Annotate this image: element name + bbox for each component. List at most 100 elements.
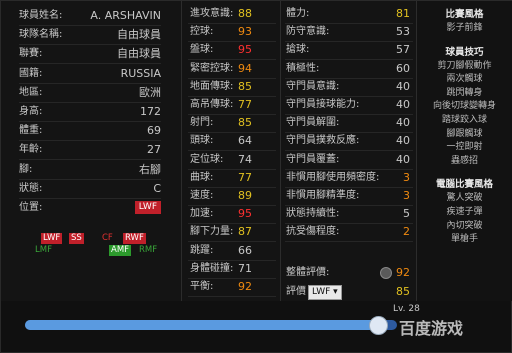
stat-row: 緊密控球: 94 — [190, 60, 252, 78]
stat-row: 身體碰撞: 71 — [190, 260, 252, 278]
overall-rating-value: 92 — [396, 266, 410, 279]
stat-row: 非慣用腳使用頻密度: 3 — [286, 169, 410, 187]
stat-divider — [285, 241, 413, 243]
style-item: 向後切球變轉身 — [432, 101, 496, 112]
stat-label: 守門員撲救反應: — [286, 135, 360, 147]
position-select[interactable]: LWF ▾ — [308, 285, 342, 300]
profile-value-age: 27 — [147, 143, 161, 157]
stat-label: 搶球: — [286, 44, 310, 56]
profile-value-weight: 69 — [147, 124, 161, 138]
profile-row-height: 身高: 172 — [19, 103, 161, 121]
stat-row: 守門員接球能力: 40 — [286, 96, 410, 114]
profile-label-weight: 體重: — [19, 125, 43, 137]
stat-label: 非慣用腳使用頻密度: — [286, 171, 380, 183]
stat-value: 77 — [238, 98, 252, 111]
profile-label-club: 球隊名稱: — [19, 29, 63, 41]
stat-row: 進攻意識: 88 — [190, 5, 252, 23]
rating-icon — [380, 267, 392, 279]
profile-value-name: A. ARSHAVIN — [90, 9, 161, 22]
stat-label: 進攻意識: — [190, 8, 234, 19]
stat-row: 跳躍: 66 — [190, 242, 252, 260]
profile-label-name: 球員姓名: — [19, 10, 63, 21]
profile-value-club: 自由球員 — [117, 28, 161, 42]
style-item: 驚人突破 — [446, 193, 483, 204]
style-item: 一控即射 — [446, 142, 483, 153]
stat-value: 64 — [238, 134, 252, 148]
profile-row-club: 球隊名稱: 自由球員 — [19, 26, 161, 44]
stat-label: 控球: — [190, 26, 214, 38]
stat-label: 體力: — [286, 8, 310, 19]
stat-label: 跳躍: — [190, 244, 214, 256]
stat-value: 53 — [396, 25, 410, 39]
stat-row: 控球: 93 — [190, 23, 252, 41]
position-badge-rwf: RWF — [123, 233, 146, 244]
style-item: 跳閃轉身 — [446, 87, 483, 98]
stat-value: 5 — [403, 207, 410, 221]
stat-row: 速度: 89 — [190, 187, 252, 205]
style-item: 剪刀腳假動作 — [437, 60, 492, 71]
profile-row-contract: 聯賽: 自由球員 — [19, 45, 161, 63]
style-item: 影子前鋒 — [446, 23, 483, 33]
stat-value: 40 — [396, 79, 410, 93]
playing-style-panel: 比賽風格 影子前鋒 球員技巧 剪刀腳假動作 兩次觸球 跳閃轉身 向後切球變轉身 踏球跤入球 腳跟… — [417, 1, 512, 301]
stat-row: 地面傳球: 85 — [190, 78, 252, 96]
position-rating-label: 評價 — [286, 286, 306, 297]
stat-row: 防守意識: 53 — [286, 23, 410, 41]
stat-label: 抗受傷程度: — [286, 226, 340, 238]
chevron-down-icon: ▾ — [330, 287, 338, 297]
stat-row: 頭球: 64 — [190, 132, 252, 150]
stat-value: 77 — [238, 170, 252, 184]
position-select-value: LWF — [312, 287, 331, 297]
stat-row: 狀態持續性: 5 — [286, 205, 410, 223]
stat-value: 74 — [238, 152, 252, 166]
stat-value: 87 — [238, 225, 252, 239]
watermark-logo: 百度游戏 — [399, 315, 463, 339]
position-badge-amf: AMF — [109, 245, 132, 256]
level-bar — [25, 320, 397, 330]
player-skills-title: 球員技巧 — [445, 46, 484, 58]
stat-label: 防守意識: — [286, 26, 330, 38]
profile-label-foot: 腳: — [19, 163, 33, 175]
overall-rating-label: 整體評價: — [286, 267, 330, 278]
stat-label: 身體碰撞: — [190, 262, 234, 274]
profile-panel: 球員姓名: A. ARSHAVIN 球隊名稱: 自由球員 聯賽: 自由球員 國籍: RUSSI… — [1, 1, 182, 301]
stat-value: 95 — [238, 207, 252, 221]
stat-label: 定位球: — [190, 153, 224, 165]
stat-row: 搶球: 57 — [286, 41, 410, 59]
level-slider-handle[interactable] — [369, 316, 388, 335]
profile-label-condition: 狀態: — [19, 182, 43, 194]
stat-value: 3 — [403, 189, 410, 202]
stat-value: 85 — [238, 79, 252, 93]
position-rating-value: 85 — [396, 285, 410, 298]
player-card: 球員姓名: A. ARSHAVIN 球隊名稱: 自由球員 聯賽: 自由球員 國籍: RUSSI… — [0, 0, 512, 353]
stat-value: 40 — [396, 116, 410, 130]
style-item: 兩次觸球 — [446, 74, 483, 85]
stat-label: 腳下力量: — [190, 226, 234, 238]
profile-value-nation: RUSSIA — [120, 66, 161, 80]
watermark-text: 百度游戏 — [399, 319, 464, 338]
stat-row: 高吊傳球: 77 — [190, 96, 252, 114]
stat-value: 95 — [238, 43, 252, 57]
stats-panel-defense: 體力: 81 防守意識: 53 搶球: 57 積極性: 60 守門員意識: 40 守門員接球能力: 4… — [281, 1, 417, 301]
stat-value: 89 — [238, 189, 252, 202]
stat-label: 非慣用腳精準度: — [286, 190, 360, 201]
stat-row: 守門員意識: 40 — [286, 78, 410, 96]
profile-row-region: 地區: 歐洲 — [19, 84, 161, 102]
stat-divider — [188, 296, 276, 297]
stat-label: 射門: — [190, 117, 214, 129]
style-item: 腳跟觸球 — [446, 128, 483, 139]
profile-value-contract: 自由球員 — [117, 47, 161, 61]
stat-row: 抗受傷程度: 2 — [286, 223, 410, 241]
stat-row: 積極性: 60 — [286, 60, 410, 78]
stat-label: 積極性: — [286, 62, 320, 74]
com-style-title: 電腦比賽風格 — [435, 179, 493, 191]
stat-label: 狀態持續性: — [286, 208, 340, 220]
stat-value: 3 — [403, 170, 410, 184]
profile-value-position: LWF — [134, 201, 161, 214]
stat-label: 頭球: — [190, 135, 214, 147]
profile-value-region: 歐洲 — [139, 85, 161, 99]
stat-label: 守門員解圍: — [286, 117, 340, 129]
stat-label: 守門員接球能力: — [286, 99, 360, 110]
stat-value: 60 — [396, 61, 410, 75]
stat-label: 平衡: — [190, 281, 214, 292]
